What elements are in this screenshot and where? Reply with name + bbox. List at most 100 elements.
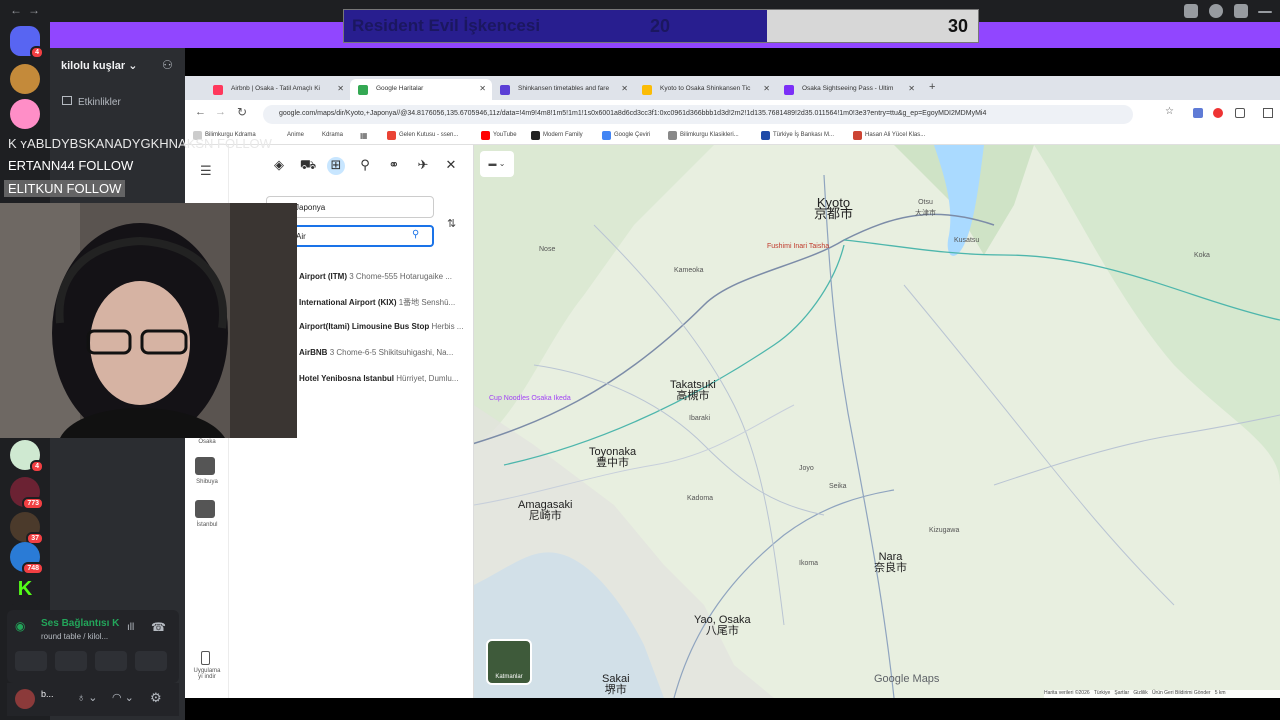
tab-google-maps[interactable]: Google Haritalar ✕	[350, 79, 492, 100]
server-icon[interactable]: 773	[10, 477, 44, 510]
layers-button[interactable]: Katmanlar	[486, 639, 532, 685]
settings-gear-icon[interactable]: ⚙	[150, 690, 162, 706]
username[interactable]: b...	[41, 689, 54, 699]
help-icon[interactable]	[1209, 4, 1223, 18]
bookmark-star-icon[interactable]: ☆	[1165, 106, 1174, 117]
flight-mode-icon[interactable]: ✈	[414, 157, 432, 175]
bookmark-item[interactable]: Kdrama	[312, 132, 343, 138]
bookmark-item[interactable]: Google Çeviri	[602, 131, 650, 140]
url-input[interactable]: google.com/maps/dir/Kyoto,+Japonya//@34.…	[263, 105, 1133, 124]
bookmark-item[interactable]: YouTube	[481, 131, 517, 140]
car-mode-icon[interactable]: ⛟	[299, 157, 317, 175]
tab-airbnb[interactable]: Airbnb | Osaka - Tatil Amaçlı Ki ✕	[205, 79, 350, 100]
transit-mode-icon[interactable]: ⊞	[327, 157, 345, 175]
forward-icon[interactable]: →	[215, 106, 226, 118]
get-app-link[interactable]: Uygulama yı indir	[187, 668, 227, 680]
download-icon[interactable]	[1234, 4, 1248, 18]
footer-link[interactable]: Gizlilik	[1133, 690, 1147, 696]
camera-off-button[interactable]	[15, 651, 47, 671]
menu-icon[interactable]: ☰	[200, 163, 212, 179]
phone-icon[interactable]	[201, 651, 210, 665]
poi-cup-noodles[interactable]: Cup Noodles Osaka Ikeda	[489, 393, 571, 404]
activities-button[interactable]	[95, 651, 127, 671]
map-canvas[interactable]: ▬ ⌄ Kyoto 京都市 Takatsuki 高槻市 Toyonaka 豊中市 Am…	[474, 145, 1280, 698]
city-label-takatsuki[interactable]: Takatsuki 高槻市	[670, 380, 716, 402]
tab-kyoto-osaka[interactable]: Kyoto to Osaka Shinkansen Tic ✕	[634, 79, 776, 100]
suggestion-item[interactable]: International Airport (KIX) 1番地 Senshū..…	[299, 297, 455, 308]
new-tab-button[interactable]: +	[929, 81, 935, 93]
tab-shinkansen[interactable]: Shinkansen timetables and fare ✕	[492, 79, 634, 100]
suggestion-item[interactable]: AirBNB 3 Chome-6-5 Shikitsuhigashi, Na..…	[299, 348, 453, 357]
footer-link[interactable]: Ürün Geri Bildirimi Gönder	[1152, 690, 1211, 696]
screen-share-button[interactable]	[55, 651, 87, 671]
headphones-icon[interactable]: ◠ ⌄	[112, 691, 134, 704]
back-arrow-icon[interactable]: ←	[10, 3, 22, 17]
bookmark-item[interactable]: Türkiye İş Bankası M...	[761, 131, 834, 140]
saved-place-osaka[interactable]: Osaka	[193, 439, 221, 445]
bookmark-item[interactable]: Anime	[277, 132, 304, 138]
server-icon[interactable]: 37	[10, 512, 44, 545]
suggestion-item[interactable]: Hotel Yenibosna Istanbul Hürriyet, Dumlu…	[299, 374, 458, 383]
server-icon[interactable]: 4	[10, 440, 44, 473]
calendar-icon	[62, 96, 72, 105]
disconnect-icon[interactable]: ☎	[151, 620, 166, 634]
events-item[interactable]: Etkinlikler	[62, 96, 121, 108]
add-member-icon[interactable]: ⚇	[162, 58, 173, 72]
server-name[interactable]: kilolu kuşlar ⌄	[61, 59, 137, 72]
apps-grid-icon[interactable]: ▦	[360, 131, 368, 140]
footer-link[interactable]: Şartlar	[1114, 690, 1129, 696]
minimize-icon[interactable]	[1258, 11, 1272, 13]
recent-place-thumbnail[interactable]	[195, 457, 215, 475]
tab-osaka-pass[interactable]: Osaka Sightseeing Pass - Ultim ✕	[776, 79, 921, 100]
reload-icon[interactable]: ↻	[237, 105, 247, 119]
microphone-icon[interactable]: ♁ ⌄	[77, 691, 98, 704]
city-label-yao[interactable]: Yao, Osaka 八尾市	[694, 615, 751, 637]
bookmarks-bar: Bilimkurgu Kdrama Anime Kdrama ▦ Gelen K…	[185, 128, 1280, 145]
extension-icon[interactable]	[1213, 108, 1223, 118]
extension-icon[interactable]	[1193, 108, 1203, 118]
city-label-otsu[interactable]: Otsu 大津市	[915, 197, 936, 219]
inbox-icon[interactable]	[1184, 4, 1198, 18]
side-panel-icon[interactable]	[1263, 108, 1273, 118]
place-label: Nose	[539, 246, 556, 253]
soundboard-button[interactable]	[135, 651, 167, 671]
swap-icon[interactable]: ⇅	[447, 217, 456, 230]
search-icon[interactable]: ⚲	[412, 229, 419, 240]
kick-server-icon[interactable]: K	[10, 575, 40, 605]
city-label-kyoto[interactable]: Kyoto 京都市	[814, 196, 853, 220]
browser-window: Airbnb | Osaka - Tatil Amaçlı Ki ✕ Google…	[185, 76, 1280, 698]
city-label-amagasaki[interactable]: Amagasaki 尼崎市	[518, 500, 572, 522]
saved-place-shibuya[interactable]: Shibuya	[189, 479, 225, 485]
discord-home-icon[interactable]: 4	[10, 26, 44, 59]
avatar[interactable]	[15, 689, 35, 709]
map-tools-button[interactable]: ▬ ⌄	[480, 151, 514, 177]
recent-place-thumbnail[interactable]	[195, 500, 215, 518]
saved-place-istanbul[interactable]: İstanbul	[189, 522, 225, 528]
city-label-sakai[interactable]: Sakai 堺市	[602, 674, 630, 696]
extensions-puzzle-icon[interactable]	[1235, 108, 1245, 118]
forward-arrow-icon[interactable]: →	[28, 3, 40, 17]
poi-fushimi-inari[interactable]: Fushimi Inari Taisha	[767, 241, 829, 252]
server-icon[interactable]	[10, 64, 40, 94]
suggestion-item[interactable]: Airport(Itami) Limousine Bus Stop Herbis…	[299, 322, 463, 331]
best-route-icon[interactable]: ◈	[270, 157, 288, 175]
bookmark-item[interactable]: Modern Family	[531, 131, 583, 140]
bookmark-item[interactable]: Bilimkurgu Klasikleri...	[668, 131, 739, 140]
suggestion-item[interactable]: Airport (ITM) 3 Chome-555 Hotarugaike ..…	[299, 272, 452, 281]
footer-link[interactable]: Türkiye	[1094, 690, 1110, 696]
server-icon[interactable]	[10, 99, 40, 129]
noise-icon[interactable]: ıll	[127, 622, 134, 633]
voice-channel[interactable]: round table / kilol...	[41, 632, 121, 641]
voice-status[interactable]: Ses Bağlantısı K	[41, 618, 121, 629]
back-icon[interactable]: ←	[195, 106, 206, 118]
voice-connection-panel: ◉ Ses Bağlantısı K round table / kilol..…	[7, 610, 179, 683]
server-icon[interactable]: 748	[10, 542, 44, 575]
bookmark-item[interactable]: Hasan Ali Yücel Klas...	[853, 131, 925, 140]
city-label-toyonaka[interactable]: Toyonaka 豊中市	[589, 447, 636, 469]
city-label-nara[interactable]: Nara 奈良市	[874, 552, 907, 574]
bike-mode-icon[interactable]: ⚭	[385, 157, 403, 175]
walk-mode-icon[interactable]: ⚲	[356, 157, 374, 175]
follow-alert: ELITKUN FOLLOW	[4, 180, 126, 197]
bookmark-item[interactable]: Gelen Kutusu - ssen...	[387, 131, 458, 140]
close-directions-icon[interactable]: ✕	[442, 157, 460, 175]
